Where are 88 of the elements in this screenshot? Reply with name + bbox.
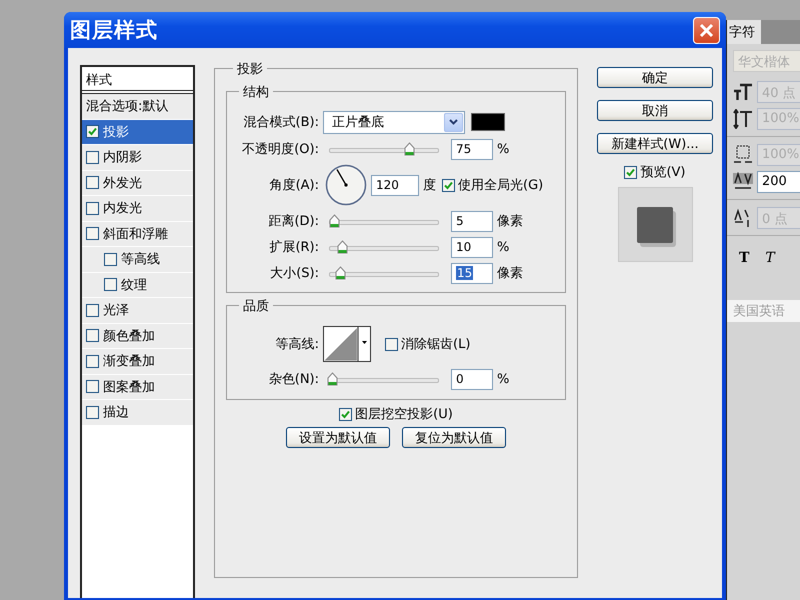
unit-label: % (497, 372, 510, 386)
default-button[interactable]: 设置为默认值 (286, 427, 390, 448)
value-field[interactable]: 0 (451, 368, 493, 390)
panel-tab[interactable]: 字符 (727, 20, 761, 44)
value-field[interactable]: 120 (371, 174, 419, 196)
unit-label: 像素 (497, 265, 523, 282)
field-label: 不透明度(O): (241, 141, 320, 158)
checkbox-label[interactable]: 预览(V) (640, 163, 686, 181)
slider-track[interactable] (327, 214, 441, 228)
style-item[interactable]: 等高线 (82, 247, 193, 272)
checkbox-label[interactable]: 使用全局光(G) (458, 176, 544, 194)
checkbox[interactable] (385, 338, 398, 350)
color-swatch[interactable] (471, 113, 505, 131)
caret-icon (449, 119, 458, 125)
ok-button[interactable]: 确定 (597, 67, 713, 88)
checkbox[interactable] (86, 227, 99, 240)
field-label: 大小(S): (269, 265, 320, 282)
value-field[interactable]: 200 (757, 170, 800, 192)
field-label: 等高线: (274, 336, 320, 353)
checked-checkbox[interactable] (624, 166, 638, 178)
close-button[interactable] (693, 16, 720, 44)
checkbox[interactable] (86, 406, 99, 419)
style-item[interactable]: 外发光 (82, 170, 193, 196)
slider-track[interactable] (327, 240, 441, 254)
style-item[interactable]: 描边 (82, 400, 193, 426)
checkbox-label[interactable]: 图层挖空投影(U) (355, 405, 453, 423)
unit-label: % (497, 142, 510, 156)
default-button[interactable]: 复位为默认值 (402, 427, 506, 448)
style-item[interactable]: 混合选项:默认 (82, 94, 193, 120)
group-title: 品质 (239, 297, 273, 315)
bold-button[interactable]: T (733, 250, 756, 266)
leading-icon (733, 108, 753, 128)
checked-checkbox[interactable] (339, 408, 352, 420)
dropdown-button[interactable] (444, 112, 463, 132)
slider-thumb[interactable] (327, 372, 338, 386)
checkbox[interactable] (104, 252, 117, 266)
slider-thumb[interactable] (404, 142, 416, 156)
checkbox[interactable] (104, 278, 117, 292)
checkbox[interactable] (86, 202, 99, 215)
style-item[interactable]: 光泽 (82, 298, 193, 324)
slider-track[interactable] (327, 142, 441, 156)
angle-dial[interactable] (325, 164, 367, 206)
style-item[interactable]: 斜面和浮雕 (82, 222, 193, 247)
slider-track[interactable] (327, 372, 441, 386)
style-item[interactable]: 内发光 (82, 196, 193, 222)
blend-mode-select[interactable]: 正片叠底 (323, 110, 465, 134)
checkbox[interactable] (86, 150, 99, 164)
unit-label: % (497, 240, 510, 254)
value-field[interactable]: 5 (451, 210, 493, 232)
style-item[interactable]: 图案叠加 (82, 374, 193, 400)
value-field[interactable]: 75 (451, 138, 493, 160)
group-title: 投影 (233, 60, 267, 78)
field-label: 角度(A): (268, 177, 320, 194)
style-item[interactable]: 内阴影 (82, 145, 193, 170)
style-item[interactable]: 渐变叠加 (82, 349, 193, 374)
checked-checkbox[interactable] (86, 125, 99, 138)
cancel-button[interactable]: 取消 (597, 100, 713, 121)
vertical-scale-icon (733, 144, 753, 164)
window-title: 图层样式 (70, 17, 158, 44)
slider-thumb[interactable] (335, 266, 346, 280)
checkbox[interactable] (86, 380, 99, 394)
italic-button[interactable]: T (759, 250, 781, 266)
value-field[interactable]: 10 (451, 236, 493, 258)
checked-checkbox[interactable] (442, 178, 455, 192)
field-label: 杂色(N): (268, 371, 320, 388)
font-size-icon (733, 82, 753, 102)
style-item[interactable]: 投影 (82, 120, 193, 145)
style-item[interactable]: 纹理 (82, 272, 193, 298)
field-label: 混合模式(B): (242, 114, 320, 131)
checkbox[interactable] (86, 176, 99, 190)
new-style-button[interactable]: 新建样式(W)... (597, 133, 713, 154)
checkbox-label[interactable]: 消除锯齿(L) (401, 335, 470, 353)
slider-thumb[interactable] (337, 240, 348, 254)
unit-label: 像素 (497, 213, 523, 230)
contour-picker[interactable] (323, 326, 371, 362)
slider-thumb[interactable] (329, 214, 340, 228)
group-title: 结构 (239, 83, 273, 101)
style-item[interactable]: 颜色叠加 (82, 324, 193, 349)
value-field[interactable]: 15 (451, 262, 493, 284)
slider-track[interactable] (327, 266, 441, 280)
tracking-icon (733, 172, 753, 192)
checkbox[interactable] (86, 329, 99, 342)
unit-label: 度 (423, 177, 436, 194)
field-label: 距离(D): (267, 213, 320, 230)
field-label: 扩展(R): (268, 239, 320, 256)
checkbox[interactable] (86, 354, 99, 368)
checkbox[interactable] (86, 304, 99, 317)
close-icon (699, 22, 714, 38)
